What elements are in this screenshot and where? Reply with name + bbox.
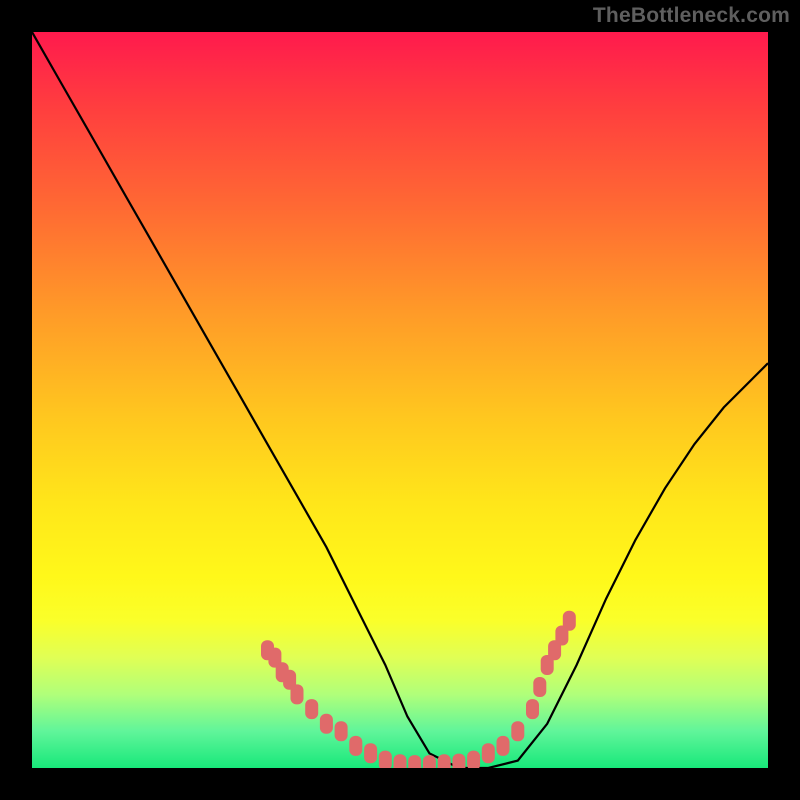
curve-marker — [408, 755, 421, 768]
curve-marker — [335, 721, 348, 741]
curve-marker — [563, 611, 576, 631]
curve-marker — [438, 754, 451, 768]
watermark-text: TheBottleneck.com — [593, 4, 790, 28]
curve-marker — [320, 714, 333, 734]
curve-marker — [482, 743, 495, 763]
curve-marker — [379, 751, 392, 768]
curve-marker — [423, 755, 436, 768]
curve-marker — [497, 736, 510, 756]
curve-marker — [394, 754, 407, 768]
marker-group — [261, 611, 576, 768]
bottleneck-chart-svg — [32, 32, 768, 768]
curve-marker — [467, 751, 480, 768]
curve-marker — [452, 754, 465, 768]
bottleneck-curve-line — [32, 32, 768, 768]
curve-marker — [291, 684, 304, 704]
curve-marker — [349, 736, 362, 756]
curve-marker — [511, 721, 524, 741]
curve-marker — [305, 699, 318, 719]
curve-marker — [526, 699, 539, 719]
curve-marker — [533, 677, 546, 697]
curve-marker — [364, 743, 377, 763]
chart-plot-area — [32, 32, 768, 768]
